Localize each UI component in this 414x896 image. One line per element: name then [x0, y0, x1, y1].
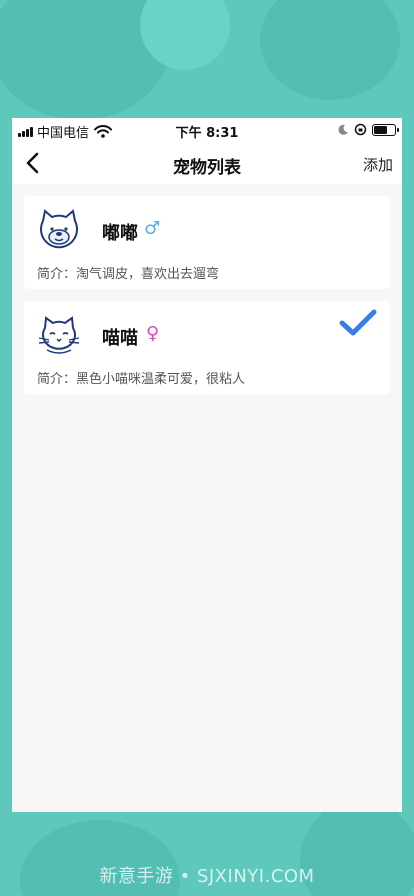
- male-icon: ♂: [144, 218, 161, 239]
- female-icon: ♀: [146, 323, 160, 344]
- phone-screen: 中国电信 下午 8:31 宠物列表 添加 嘟嘟 ♂ 简介：淘气调皮，喜欢出去遛弯…: [12, 118, 402, 812]
- watermark: 新意手游 • SJXINYI.COM: [99, 866, 315, 887]
- rotation-lock-icon: [354, 123, 367, 136]
- battery-icon: [372, 123, 399, 136]
- status-right: [337, 123, 399, 136]
- pet-intro: 简介：淘气调皮，喜欢出去遛弯: [37, 267, 220, 282]
- background-blob: [260, 0, 400, 100]
- pet-list: 嘟嘟 ♂ 简介：淘气调皮，喜欢出去遛弯 喵喵 ♀ 简介：黑色小喵咪温柔可爱，很粘…: [12, 184, 402, 394]
- navigation-bar: 宠物列表 添加: [12, 142, 402, 184]
- pet-name: 喵喵: [102, 328, 138, 349]
- cat-avatar-icon: [38, 316, 80, 354]
- pet-name: 嘟嘟: [102, 223, 138, 244]
- pet-card-dudu[interactable]: 嘟嘟 ♂ 简介：淘气调皮，喜欢出去遛弯: [24, 196, 390, 289]
- status-bar: 中国电信 下午 8:31: [12, 118, 402, 142]
- dog-avatar-icon: [40, 209, 78, 249]
- page-title: 宠物列表: [173, 158, 241, 178]
- add-button[interactable]: 添加: [363, 154, 393, 175]
- checkmark-icon: [339, 309, 377, 336]
- pet-intro: 简介：黑色小喵咪温柔可爱，很粘人: [37, 372, 246, 387]
- pet-card-miaomiao[interactable]: 喵喵 ♀ 简介：黑色小喵咪温柔可爱，很粘人: [24, 301, 390, 394]
- moon-icon: [338, 124, 348, 135]
